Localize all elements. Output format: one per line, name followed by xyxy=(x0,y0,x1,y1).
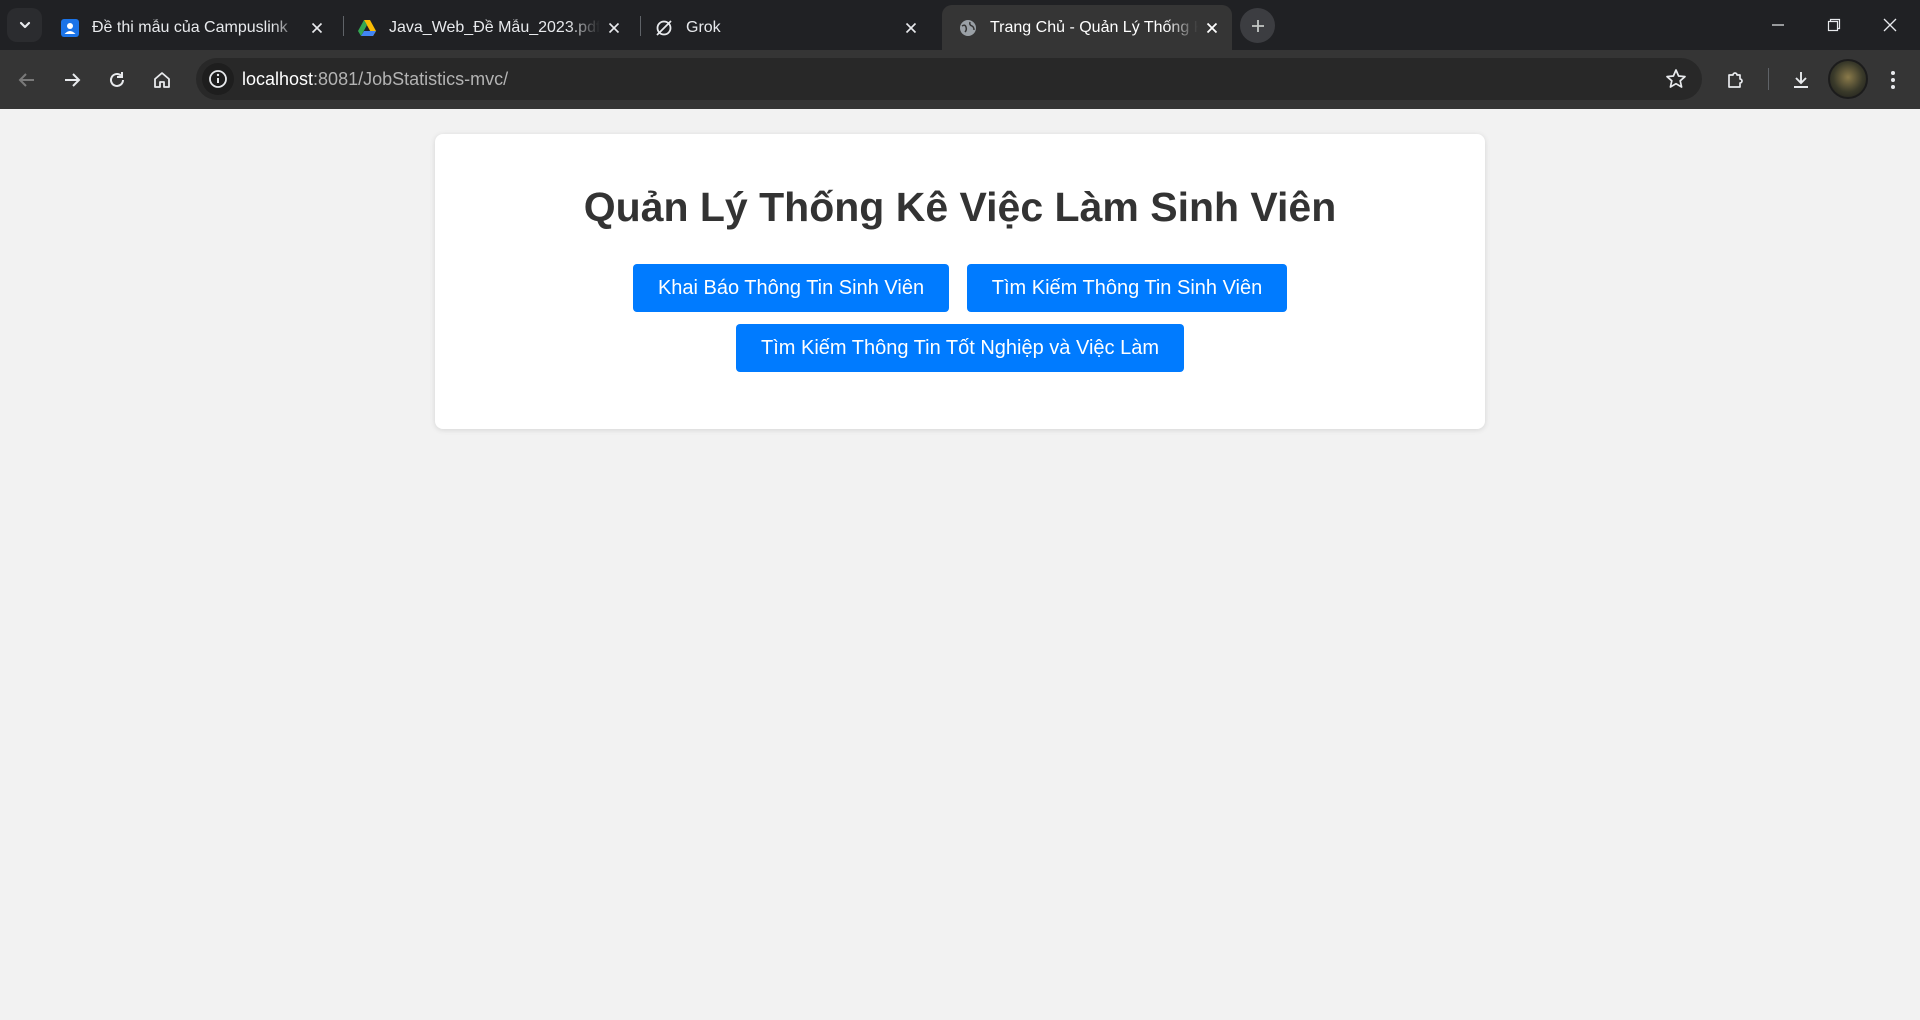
download-icon xyxy=(1794,72,1808,88)
address-bar[interactable]: localhost:8081/JobStatistics-mvc/ xyxy=(196,58,1702,100)
search-graduation-button[interactable]: Tìm Kiếm Thông Tin Tốt Nghiệp và Việc Là… xyxy=(736,324,1184,372)
bookmark-star-icon[interactable] xyxy=(1664,67,1688,91)
tab-title: Java_Web_Đề Mẫu_2023.pdf - Google Drive xyxy=(389,18,600,36)
new-tab-button[interactable] xyxy=(1240,8,1275,43)
declare-student-button[interactable]: Khai Báo Thông Tin Sinh Viên xyxy=(633,264,949,312)
close-tab-icon[interactable] xyxy=(303,14,331,42)
globe-icon xyxy=(958,18,978,38)
plus-icon xyxy=(1251,19,1264,32)
puzzle-icon xyxy=(1728,72,1743,88)
tab-campuslink[interactable]: Đề thi mẫu của Campuslink xyxy=(44,5,337,50)
toolbar-divider xyxy=(1768,68,1769,90)
tab-search-button[interactable] xyxy=(7,8,42,42)
tab-trang-chu[interactable]: Trang Chủ - Quản Lý Thống Kê Việc Làm Si… xyxy=(942,5,1232,50)
minimize-button[interactable] xyxy=(1750,0,1806,50)
tab-grok[interactable]: Grok xyxy=(638,5,931,50)
url-host: localhost xyxy=(242,69,314,89)
close-icon xyxy=(1883,18,1897,32)
close-tab-icon[interactable] xyxy=(1198,14,1226,42)
url-text[interactable]: localhost:8081/JobStatistics-mvc/ xyxy=(242,69,508,90)
more-vertical-icon xyxy=(1891,71,1895,89)
back-button[interactable] xyxy=(10,63,44,97)
minimize-icon xyxy=(1772,24,1784,26)
google-drive-icon xyxy=(357,18,377,38)
close-window-button[interactable] xyxy=(1862,0,1918,50)
campuslink-icon xyxy=(60,18,80,38)
extensions-button[interactable] xyxy=(1719,63,1753,97)
tab-strip: Đề thi mẫu của Campuslink Java_Web_Đề Mẫ… xyxy=(0,0,1920,50)
profile-avatar[interactable] xyxy=(1828,59,1868,99)
url-path: :8081/JobStatistics-mvc/ xyxy=(313,69,509,89)
browser-toolbar: localhost:8081/JobStatistics-mvc/ xyxy=(0,50,1920,109)
reload-icon xyxy=(110,72,124,87)
grok-icon xyxy=(654,18,674,38)
chevron-down-icon xyxy=(19,21,30,29)
arrow-left-icon xyxy=(18,73,34,87)
forward-button[interactable] xyxy=(55,63,89,97)
page-title: Quản Lý Thống Kê Việc Làm Sinh Viên xyxy=(583,184,1337,230)
site-info-button[interactable] xyxy=(202,63,234,95)
main-card: Quản Lý Thống Kê Việc Làm Sinh Viên Khai… xyxy=(435,134,1485,429)
home-button[interactable] xyxy=(145,63,179,97)
tab-google-drive[interactable]: Java_Web_Đề Mẫu_2023.pdf - Google Drive xyxy=(341,5,634,50)
close-tab-icon[interactable] xyxy=(600,14,628,42)
info-icon xyxy=(209,70,227,88)
reload-button[interactable] xyxy=(100,63,134,97)
restore-icon xyxy=(1827,18,1841,32)
tab-title: Đề thi mẫu của Campuslink xyxy=(92,18,288,36)
downloads-button[interactable] xyxy=(1784,63,1818,97)
restore-button[interactable] xyxy=(1806,0,1862,50)
arrow-right-icon xyxy=(65,73,81,87)
tab-title: Trang Chủ - Quản Lý Thống Kê Việc Làm Si… xyxy=(990,18,1198,36)
search-student-button[interactable]: Tìm Kiếm Thông Tin Sinh Viên xyxy=(967,264,1287,312)
close-tab-icon[interactable] xyxy=(897,14,925,42)
menu-button[interactable] xyxy=(1876,63,1910,97)
tab-title: Grok xyxy=(686,18,721,36)
home-icon xyxy=(154,72,170,88)
